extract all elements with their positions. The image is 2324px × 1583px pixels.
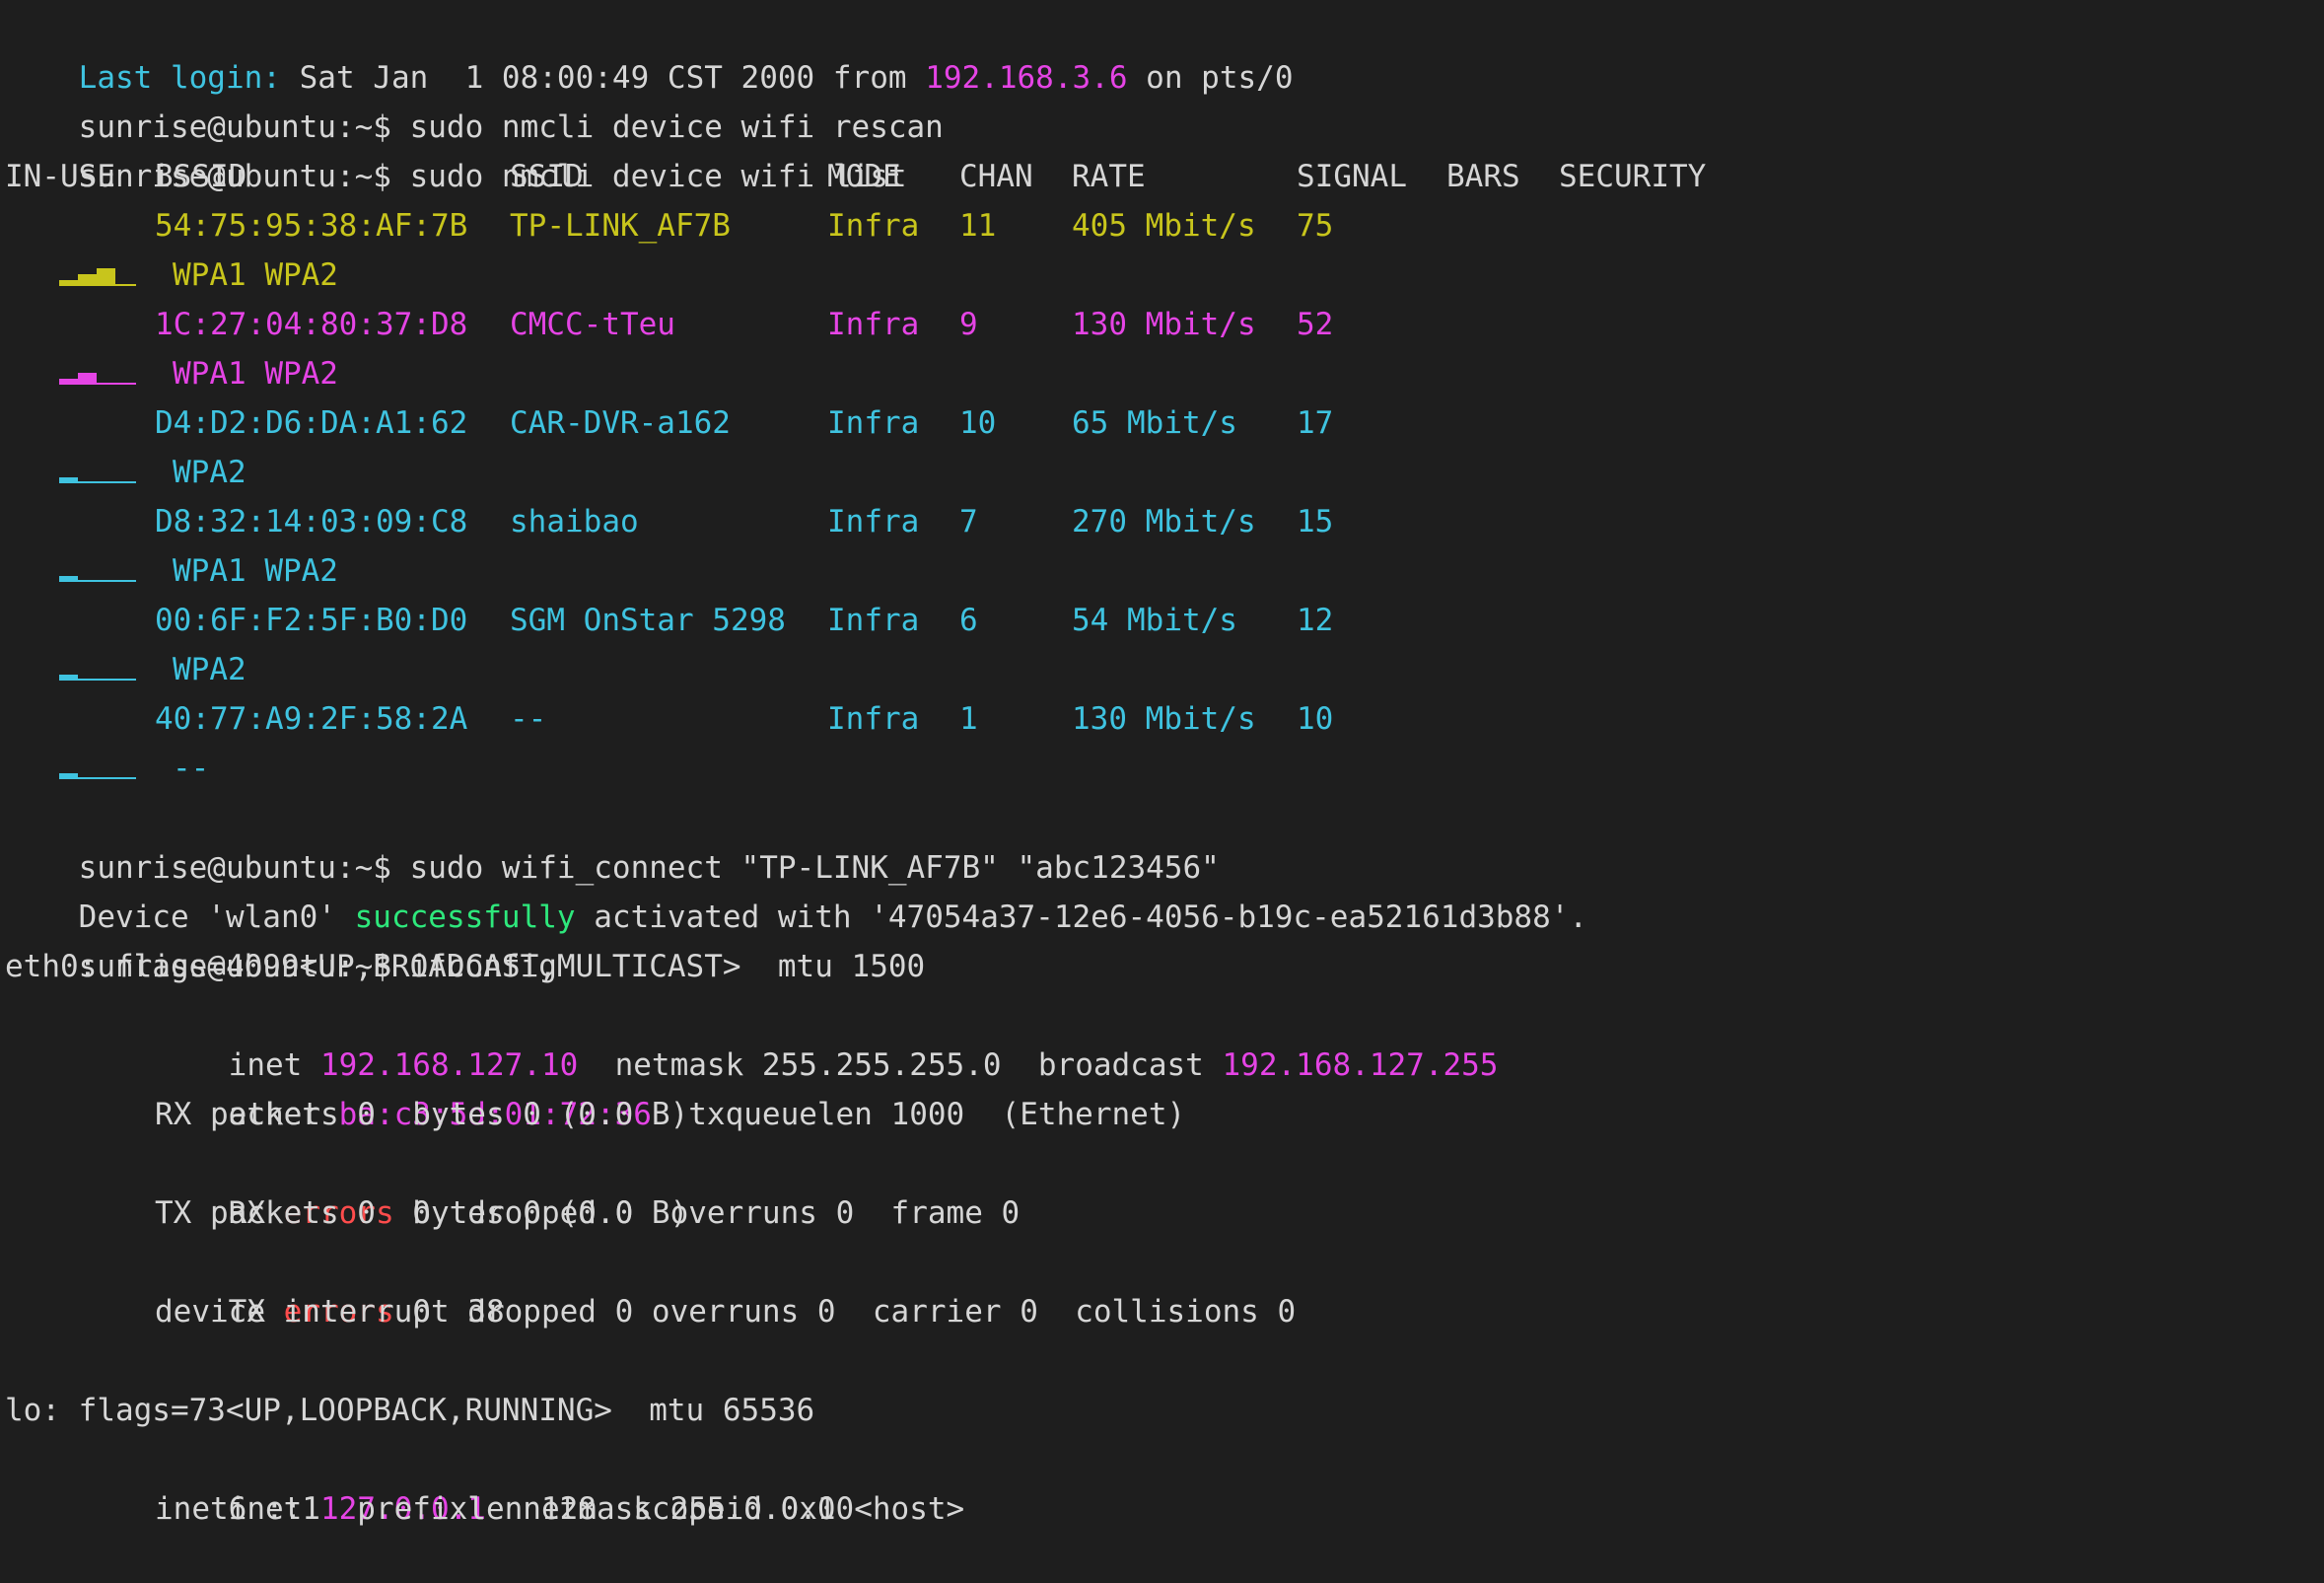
- wifi-mode: Infra: [827, 603, 920, 638]
- activation-uuid: activated with '47054a37-12e6-4056-b19c-…: [575, 899, 1588, 935]
- header-ssid: SSID: [510, 159, 584, 194]
- wifi-rate: 54 Mbit/s: [1072, 603, 1237, 638]
- header-rate: RATE: [1072, 159, 1146, 194]
- wifi-mode: Infra: [827, 405, 920, 441]
- wifi-signal: 15: [1297, 504, 1334, 540]
- wifi-signal: 52: [1297, 307, 1334, 342]
- wifi-rate: 65 Mbit/s: [1072, 405, 1237, 441]
- wifi-row-security: WPA2: [0, 448, 1775, 497]
- signal-bars-icon: [59, 363, 136, 385]
- wifi-bssid: D4:D2:D6:DA:A1:62: [155, 405, 468, 441]
- wifi-ssid: SGM OnStar 5298: [510, 603, 786, 638]
- wifi-bssid: 00:6F:F2:5F:B0:D0: [155, 603, 468, 638]
- eth0-rx-errors-line: RX errors 0 dropped 0 overruns 0 frame 0: [155, 1139, 1021, 1231]
- lo-header: lo: flags=73<UP,LOOPBACK,RUNNING> mtu 65…: [5, 1393, 815, 1428]
- wifi-bssid: 40:77:A9:2F:58:2A: [155, 701, 468, 737]
- wifi-rate: 130 Mbit/s: [1072, 701, 1256, 737]
- eth0-header: eth0: flags=4099<UP,BROADCAST,MULTICAST>…: [5, 949, 926, 984]
- wifi-bssid: 1C:27:04:80:37:D8: [155, 307, 468, 342]
- wifi-security: WPA1 WPA2: [173, 356, 338, 392]
- wifi-chan: 10: [959, 405, 997, 441]
- eth0-tx-packets: TX packets 0 bytes 0 (0.0 B): [155, 1195, 689, 1231]
- wifi-row-security: --: [0, 744, 1775, 793]
- signal-bars-icon: [59, 659, 136, 681]
- wifi-table-header: IN-USE BSSID SSID MODE CHAN RATE SIGNAL BARS SEC…: [5, 152, 1780, 201]
- wifi-row: D8:32:14:03:09:C8 shaibao Infra 7 270 Mbit/s…: [5, 497, 1780, 546]
- wifi-row: 40:77:A9:2F:58:2A -- Infra 1 130 Mbit/s 10: [5, 694, 1780, 744]
- eth0-ether-line: ether ba:c3:5d:01:72:36 txqueuelen 1000 …: [155, 1041, 1186, 1132]
- wifi-mode: Infra: [827, 504, 920, 540]
- wifi-rate: 405 Mbit/s: [1072, 208, 1256, 244]
- wifi-ssid: CMCC-tTeu: [510, 307, 675, 342]
- wifi-security: --: [173, 751, 210, 786]
- header-mode: MODE: [827, 159, 901, 194]
- wifi-chan: 9: [959, 307, 978, 342]
- last-login-ip: 192.168.3.6: [925, 60, 1128, 96]
- wifi-chan: 6: [959, 603, 978, 638]
- wifi-row: 00:6F:F2:5F:B0:D0 SGM OnStar 5298 Infra 6 54…: [5, 596, 1780, 645]
- wifi-chan: 1: [959, 701, 978, 737]
- wifi-security: WPA1 WPA2: [173, 257, 338, 293]
- eth0-broadcast-address: 192.168.127.255: [1222, 1047, 1499, 1083]
- header-in-use: IN-USE: [5, 159, 115, 194]
- wifi-mode: Infra: [827, 208, 920, 244]
- wifi-security: WPA2: [173, 652, 246, 687]
- wifi-rate: 270 Mbit/s: [1072, 504, 1256, 540]
- wifi-chan: 11: [959, 208, 997, 244]
- activation-message: Device 'wlan0' successfully activated wi…: [5, 843, 1587, 935]
- wifi-signal: 75: [1297, 208, 1334, 244]
- wifi-row-security: WPA1 WPA2: [0, 546, 1775, 596]
- eth0-rx-packets: RX packets 0 bytes 0 (0.0 B): [155, 1097, 689, 1132]
- command-line-ifconfig: sunrise@ubuntu:~$ ifconfig: [5, 893, 557, 984]
- eth0-inet-line: inet 192.168.127.10 netmask 255.255.255.…: [155, 991, 1499, 1083]
- wifi-signal: 17: [1297, 405, 1334, 441]
- eth0-interrupt: device interrupt 38: [155, 1294, 505, 1330]
- command-line-rescan: sunrise@ubuntu:~$ sudo nmcli device wifi…: [5, 53, 944, 145]
- command-line-connect: sunrise@ubuntu:~$ sudo wifi_connect "TP-…: [5, 794, 1220, 886]
- wifi-signal: 10: [1297, 701, 1334, 737]
- wifi-row-security: WPA1 WPA2: [0, 349, 1775, 398]
- wifi-row: D4:D2:D6:DA:A1:62 CAR-DVR-a162 Infra 10 65 M…: [5, 398, 1780, 448]
- signal-bars-icon: [59, 560, 136, 582]
- wifi-security: WPA1 WPA2: [173, 553, 338, 589]
- header-security: SECURITY: [1559, 159, 1707, 194]
- signal-bars-icon: [59, 462, 136, 483]
- wifi-row: 54:75:95:38:AF:7B TP-LINK_AF7B Infra 11 405 …: [5, 201, 1780, 251]
- header-chan: CHAN: [959, 159, 1033, 194]
- wifi-ssid: shaibao: [510, 504, 639, 540]
- header-bars: BARS: [1446, 159, 1520, 194]
- last-login-tty: on pts/0: [1127, 60, 1294, 96]
- wifi-rate: 130 Mbit/s: [1072, 307, 1256, 342]
- wifi-bssid: 54:75:95:38:AF:7B: [155, 208, 468, 244]
- wifi-mode: Infra: [827, 307, 920, 342]
- wifi-row: 1C:27:04:80:37:D8 CMCC-tTeu Infra 9 130 Mbit…: [5, 300, 1780, 349]
- eth0-txqueuelen: txqueuelen 1000 (Ethernet): [651, 1097, 1186, 1132]
- wifi-row-security: WPA1 WPA2: [0, 251, 1775, 300]
- terminal-window[interactable]: Last login: Sat Jan 1 08:00:49 CST 2000 …: [0, 0, 2324, 1539]
- wifi-row-security: WPA2: [0, 645, 1775, 694]
- wifi-ssid: --: [510, 701, 547, 737]
- signal-bars-icon: [59, 757, 136, 779]
- header-bssid: BSSID: [155, 159, 247, 194]
- signal-bars-icon: [59, 264, 136, 286]
- header-signal: SIGNAL: [1297, 159, 1407, 194]
- wifi-chan: 7: [959, 504, 978, 540]
- tx-errors-values: 0 dropped 0 overruns 0 carrier 0 collisi…: [393, 1294, 1297, 1330]
- wifi-ssid: CAR-DVR-a162: [510, 405, 731, 441]
- command-line-list: sunrise@ubuntu:~$ sudo nmcli device wifi…: [5, 103, 907, 194]
- wifi-bssid: D8:32:14:03:09:C8: [155, 504, 468, 540]
- wifi-security: WPA2: [173, 455, 246, 490]
- last-login-line: Last login: Sat Jan 1 08:00:49 CST 2000 …: [5, 4, 1294, 96]
- lo-inet-line: inet 127.0.0.1 netmask 255.0.0.0: [155, 1435, 836, 1527]
- eth0-tx-errors-line: TX errors 0 dropped 0 overruns 0 carrier…: [155, 1238, 1297, 1330]
- lo-inet6-line: inet6 ::1 prefixlen 128 scopeid 0x10<hos…: [155, 1491, 965, 1527]
- wifi-mode: Infra: [827, 701, 920, 737]
- wifi-ssid: TP-LINK_AF7B: [510, 208, 731, 244]
- wifi-signal: 12: [1297, 603, 1334, 638]
